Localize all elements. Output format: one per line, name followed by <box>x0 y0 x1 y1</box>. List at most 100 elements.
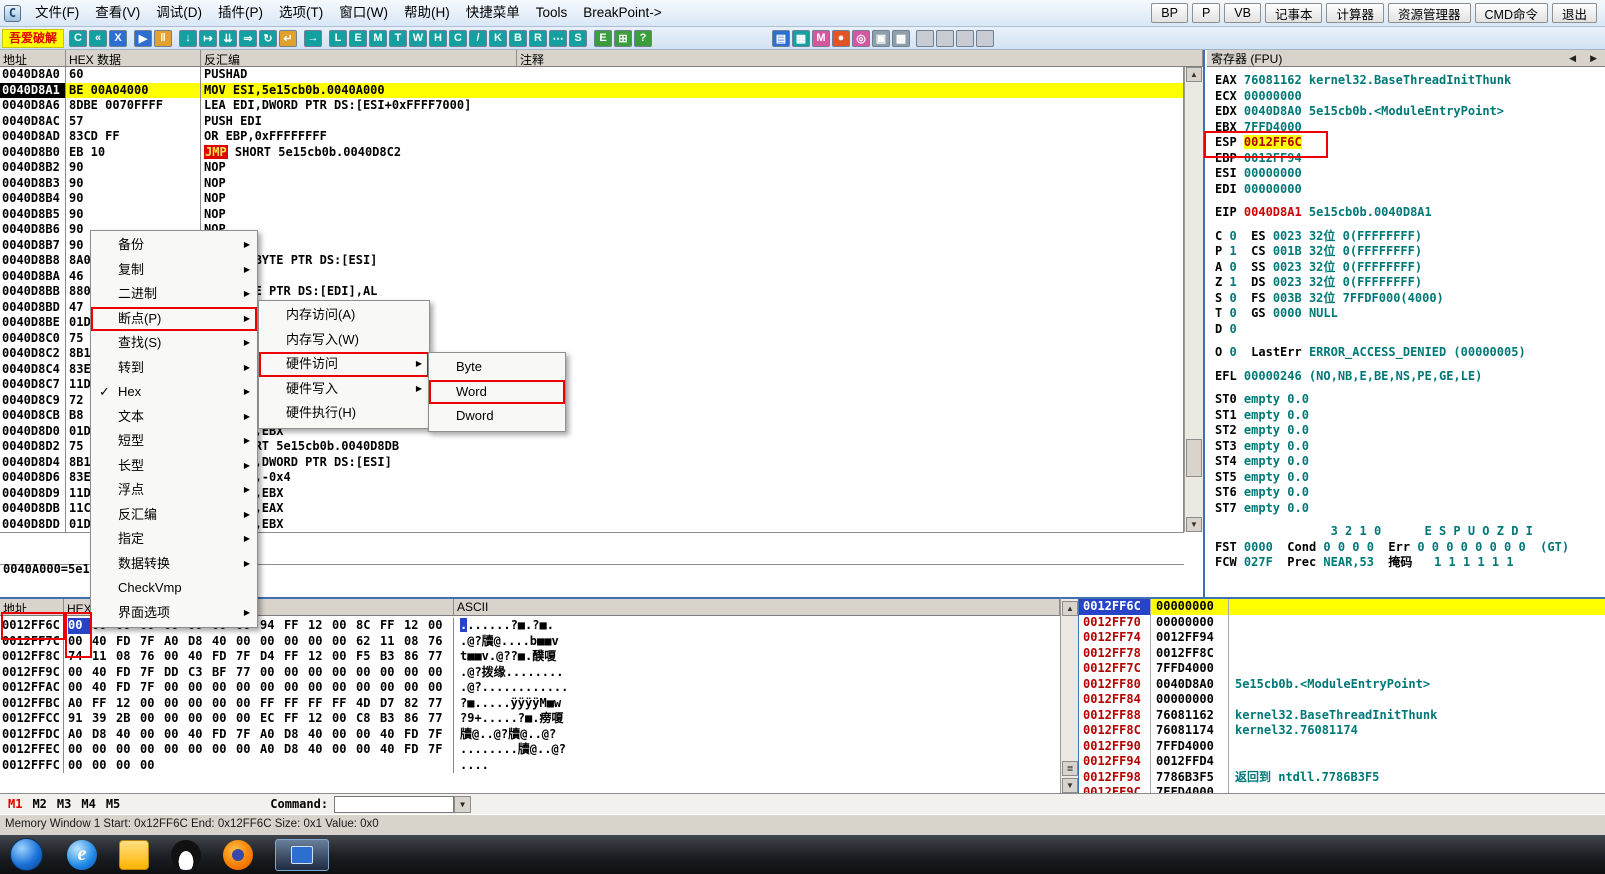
menubar-item[interactable]: 文件(F) <box>27 0 87 26</box>
menubar-item[interactable]: Tools <box>528 0 576 26</box>
dump-scrollbar[interactable]: ▲ ≣ ▼ <box>1060 597 1078 793</box>
stack-row[interactable]: 0012FF94 0012FFD4 <box>1079 754 1605 770</box>
animate-over-button[interactable]: ⇒ <box>239 29 257 47</box>
context-menu-item[interactable]: 查找(S) ▶ <box>91 331 257 356</box>
register-line[interactable]: Z 1 DS 0023 32位 0(FFFFFFFF) <box>1215 275 1605 291</box>
stack-row[interactable]: 0012FF90 7FFD4000 <box>1079 738 1605 754</box>
dump-row[interactable]: 0012FF9C 00 40 FD 7F DD C3 BF 77 00 00 00 00 00 00 00 00… <box>0 664 1060 680</box>
run-button[interactable]: ▶ <box>134 29 152 47</box>
stack-row[interactable]: 0012FF88 76081162 kernel32.BaseThreadInitT… <box>1079 707 1605 723</box>
scroll-down-icon[interactable]: ▼ <box>1186 517 1202 532</box>
disasm-row[interactable]: 0040D8A1 BE 00A04000 MOV ESI,5e15cb0b.0040… <box>0 82 1184 98</box>
registers-next-icon[interactable]: ▶ <box>1590 53 1597 64</box>
disasm-row[interactable]: 0040D8B4 90 NOP <box>0 191 1184 207</box>
register-line[interactable]: EAX 76081162 kernel32.BaseThreadInitThun… <box>1215 73 1605 89</box>
context-menu-item[interactable]: 复制 ▶ <box>91 258 257 283</box>
stack-row[interactable]: 0012FF74 0012FF94 <box>1079 630 1605 646</box>
menubar-item[interactable]: 窗口(W) <box>331 0 396 26</box>
memory-tab-m3[interactable]: M3 <box>57 797 71 811</box>
plugin-target-button[interactable]: ◎ <box>852 29 870 47</box>
menubar-button[interactable]: 退出 <box>1551 3 1597 23</box>
register-line[interactable]: EDX 0040D8A0 5e15cb0b.<ModuleEntryPoint> <box>1215 104 1605 120</box>
help-button[interactable]: ? <box>634 29 652 47</box>
taskbar-folder-icon[interactable] <box>119 839 149 870</box>
register-line[interactable]: ESP 0012FF6C <box>1215 135 1605 151</box>
menubar-item[interactable]: BreakPoint-> <box>575 0 669 26</box>
forum-logo-badge[interactable]: 吾爱破解 <box>2 28 64 48</box>
dump-row[interactable]: 0012FFAC 00 40 FD 7F 00 00 00 00 00 00 00 00 00 00 00 00… <box>0 680 1060 696</box>
windows-button[interactable]: W <box>409 29 427 47</box>
taskbar-firefox-icon[interactable] <box>223 839 253 870</box>
context-menu-item[interactable]: 文本 ▶ <box>91 405 257 430</box>
menubar-item[interactable]: 快捷菜单 <box>458 0 528 26</box>
context-menu-item[interactable]: ✓ Hex ▶ <box>91 380 257 405</box>
plugin-save-button[interactable]: ▤ <box>772 29 790 47</box>
stack-row[interactable]: 0012FF70 00000000 <box>1079 614 1605 630</box>
animate-into-button[interactable]: ⇊ <box>219 29 237 47</box>
taskbar-active-window-button[interactable] <box>275 838 329 871</box>
menubar-item[interactable]: 帮助(H) <box>396 0 458 26</box>
dump-row[interactable]: 0012FFDC A0 D8 40 00 00 40 FD 7F A0 D8 40 00 00 40 FD 7F… <box>0 726 1060 742</box>
memory-tab-m2[interactable]: M2 <box>32 797 46 811</box>
register-line[interactable]: EFL 00000246 (NO,NB,E,BE,NS,PE,GE,LE) <box>1215 369 1605 385</box>
scrollbar-thumb[interactable] <box>1186 439 1202 477</box>
menubar-button[interactable]: 资源管理器 <box>1388 3 1471 23</box>
scroll-lines-icon[interactable]: ≣ <box>1062 761 1078 776</box>
stack-row[interactable]: 0012FF80 0040D8A0 5e15cb0b.<ModuleEntryPoi… <box>1079 676 1605 692</box>
disasm-row[interactable]: 0040D8A0 60 PUSHAD <box>0 67 1184 83</box>
disabled-button-4[interactable] <box>976 29 994 47</box>
breakpoint-submenu-item[interactable]: 硬件写入 ▶ <box>259 377 429 402</box>
register-line[interactable]: FCW 027F Prec NEAR,53 掩码 1 1 1 1 1 1 <box>1215 555 1605 571</box>
references-button[interactable]: R <box>529 29 547 47</box>
register-line[interactable]: ST7 empty 0.0 <box>1215 501 1605 517</box>
memory-tab-m1[interactable]: M1 <box>8 797 22 811</box>
context-menu-item[interactable]: 浮点 ▶ <box>91 478 257 503</box>
menubar-button[interactable]: VB <box>1224 3 1261 23</box>
start-button[interactable] <box>10 838 43 871</box>
scroll-up-icon[interactable]: ▲ <box>1186 67 1202 82</box>
hardware-submenu-item[interactable]: Word <box>429 379 565 404</box>
step-over-button[interactable]: ↦ <box>199 29 217 47</box>
register-line[interactable]: EDI 00000000 <box>1215 182 1605 198</box>
menubar-item[interactable]: 选项(T) <box>271 0 331 26</box>
register-line[interactable]: FST 0000 Cond 0 0 0 0 Err 0 0 0 0 0 0 0 … <box>1215 540 1605 556</box>
context-menu-item[interactable]: 短型 ▶ <box>91 429 257 454</box>
taskbar-qq-icon[interactable] <box>171 839 201 870</box>
dump-row[interactable]: 0012FF7C 00 40 FD 7F A0 D8 40 00 00 00 00 00 62 11 08 76… <box>0 633 1060 649</box>
log-window-button[interactable]: L <box>329 29 347 47</box>
register-line[interactable]: ST5 empty 0.0 <box>1215 470 1605 486</box>
stack-row[interactable]: 0012FF7C 7FFD4000 <box>1079 661 1605 677</box>
menubar-item[interactable]: 调试(D) <box>148 0 210 26</box>
dump-row[interactable]: 0012FFBC A0 FF 12 00 00 00 00 00 FF FF FF FF 4D D7 82 77… <box>0 695 1060 711</box>
scroll-up-icon[interactable]: ▲ <box>1062 601 1078 616</box>
dump-row[interactable]: 0012FFEC 00 00 00 00 00 00 00 00 A0 D8 40 00 00 40 FD 7F… <box>0 742 1060 758</box>
breakpoint-submenu-item[interactable]: 硬件访问 ▶ <box>259 352 429 377</box>
disasm-row[interactable]: 0040D8B2 90 NOP <box>0 160 1184 176</box>
context-menu-item[interactable]: 断点(P) ▶ <box>91 306 257 331</box>
disabled-button-1[interactable] <box>916 29 934 47</box>
dump-row[interactable]: 0012FF8C 74 11 08 76 00 40 FD 7F D4 FF 12 00 F5 B3 86 77… <box>0 649 1060 665</box>
menubar-item[interactable]: 插件(P) <box>210 0 271 26</box>
register-line[interactable]: ST6 empty 0.0 <box>1215 485 1605 501</box>
cpu-button[interactable]: C <box>449 29 467 47</box>
plugin-grid-button[interactable]: ▩ <box>892 29 910 47</box>
register-line[interactable]: O 0 LastErr ERROR_ACCESS_DENIED (0000000… <box>1215 345 1605 361</box>
register-line[interactable]: ST0 empty 0.0 <box>1215 392 1605 408</box>
context-menu-item[interactable]: 数据转换 ▶ <box>91 552 257 577</box>
stack-row[interactable]: 0012FF98 7786B3F5 返回到 ntdll.7786B3F5 <box>1079 769 1605 785</box>
patches-button[interactable]: / <box>469 29 487 47</box>
context-menu-item[interactable]: 二进制 ▶ <box>91 282 257 307</box>
disasm-row[interactable]: 0040D8AC 57 PUSH EDI <box>0 113 1184 129</box>
register-line[interactable]: A 0 SS 0023 32位 0(FFFFFFFF) <box>1215 260 1605 276</box>
disasm-row[interactable]: 0040D8AD 83CD FF OR EBP,0xFFFFFFFF <box>0 129 1184 145</box>
dump-row[interactable]: 0012FFFC 00 00 00 00.... <box>0 757 1060 773</box>
menubar-button[interactable]: CMD命令 <box>1474 3 1548 23</box>
run-trace-button[interactable]: ⋯ <box>549 29 567 47</box>
source-button[interactable]: S <box>569 29 587 47</box>
register-line[interactable]: ST4 empty 0.0 <box>1215 454 1605 470</box>
command-input[interactable] <box>334 795 455 813</box>
threads-button[interactable]: T <box>389 29 407 47</box>
menubar-button[interactable]: 记事本 <box>1264 3 1323 23</box>
disabled-button-2[interactable] <box>936 29 954 47</box>
restart-button[interactable]: « <box>89 29 107 47</box>
